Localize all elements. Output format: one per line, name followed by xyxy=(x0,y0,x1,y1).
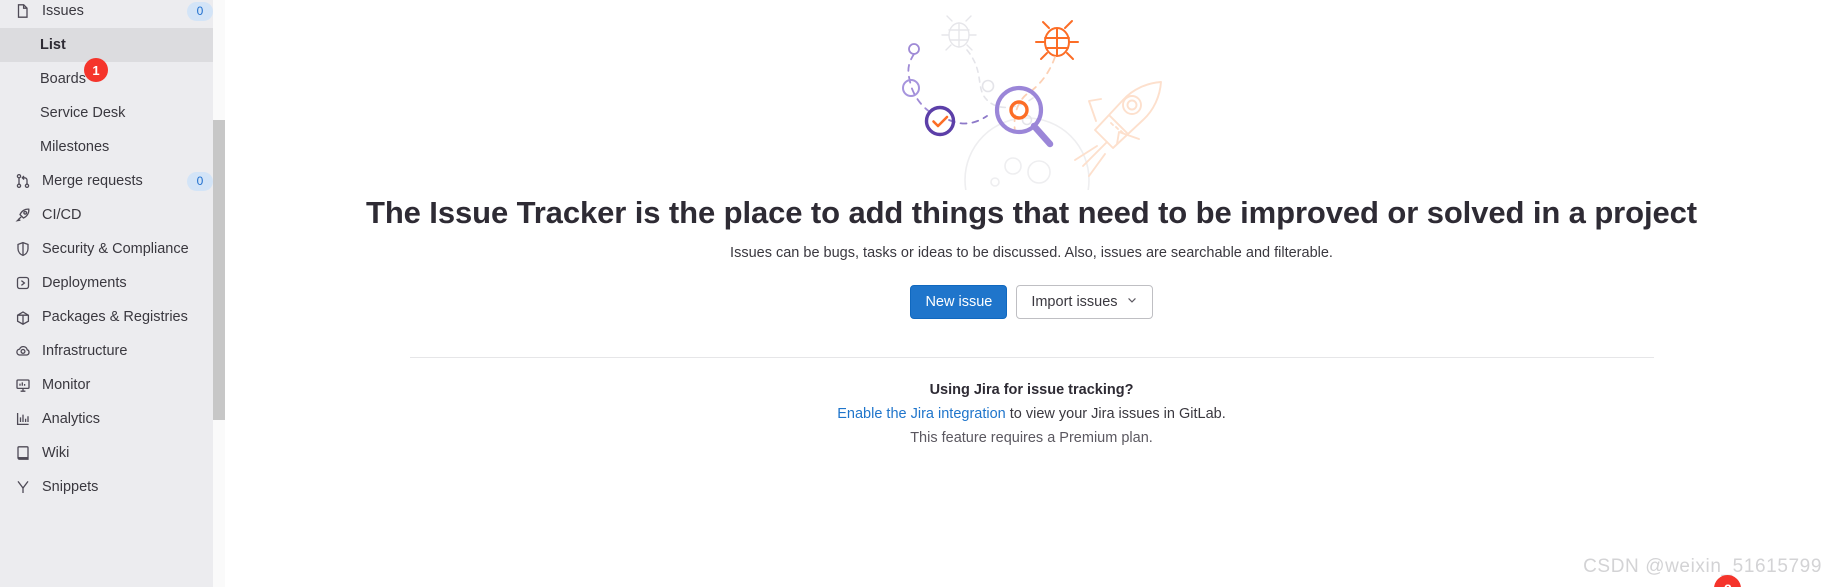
sidebar-item-label: Security & Compliance xyxy=(42,240,189,257)
package-icon xyxy=(14,308,32,326)
sidebar-item-snippets[interactable]: Snippets xyxy=(0,470,225,504)
sidebar-item-security-compliance[interactable]: Security & Compliance xyxy=(0,232,225,266)
sidebar-scrollbar-track[interactable] xyxy=(213,0,225,587)
sidebar-item-packages-registries[interactable]: Packages & Registries xyxy=(0,300,225,334)
shield-icon xyxy=(14,240,32,258)
issues-empty-state: The Issue Tracker is the place to add th… xyxy=(225,0,1838,587)
analytics-icon xyxy=(14,410,32,428)
merge-requests-count-badge: 0 xyxy=(187,171,213,191)
sidebar-item-wiki[interactable]: Wiki xyxy=(0,436,225,470)
infrastructure-icon xyxy=(14,342,32,360)
sidebar-item-infrastructure[interactable]: Infrastructure xyxy=(0,334,225,368)
sidebar-subitem-label: List xyxy=(40,37,66,53)
sidebar-subitem-label: Boards xyxy=(40,71,86,87)
sidebar-subitem-service-desk[interactable]: Service Desk xyxy=(0,96,225,130)
issues-empty-illustration xyxy=(867,0,1197,190)
sidebar-item-label: Analytics xyxy=(42,410,101,427)
issues-count-badge: 0 xyxy=(187,1,213,21)
sidebar-item-label: Snippets xyxy=(42,478,99,495)
sidebar-item-label: Issues xyxy=(42,2,84,19)
page-title: The Issue Tracker is the place to add th… xyxy=(365,195,1697,230)
jira-premium-note: This feature requires a Premium plan. xyxy=(910,430,1153,447)
wiki-icon xyxy=(14,444,32,462)
sidebar-item-label: Wiki xyxy=(42,444,70,461)
csdn-watermark: CSDN @weixin_51615799 xyxy=(1583,556,1822,577)
empty-state-actions: 2 New issue Import issues xyxy=(910,285,1742,587)
issues-main-content: The Issue Tracker is the place to add th… xyxy=(225,0,1838,587)
sidebar-subitem-label: Service Desk xyxy=(40,105,126,121)
section-divider xyxy=(409,357,1654,359)
import-issues-label: Import issues xyxy=(1031,294,1118,311)
sidebar-item-monitor[interactable]: Monitor xyxy=(0,368,225,402)
sidebar-scrollbar-thumb[interactable] xyxy=(213,120,225,420)
sidebar-nav-list: Repository Issues 0 List Boards Ser xyxy=(0,0,225,504)
sidebar-subitem-list[interactable]: List xyxy=(0,28,225,62)
sidebar-item-label: CI/CD xyxy=(42,206,82,223)
jira-section: Using Jira for issue tracking? Enable th… xyxy=(837,382,1226,446)
jira-line-rest: to view your Jira issues in GitLab. xyxy=(1005,406,1226,423)
jira-section-line: Enable the Jira integration to view your… xyxy=(837,406,1226,422)
sidebar-item-label: Monitor xyxy=(42,376,91,393)
chevron-down-icon xyxy=(1126,286,1138,318)
sidebar-item-label: Infrastructure xyxy=(42,342,128,359)
sidebar-item-label: Deployments xyxy=(42,274,127,291)
annotation-badge-1: 1 xyxy=(84,58,108,82)
rocket-icon xyxy=(14,206,32,224)
sidebar-subitem-milestones[interactable]: Milestones xyxy=(0,130,225,164)
sidebar-item-label: Merge requests xyxy=(42,172,143,189)
gitlab-project-page: Repository Issues 0 List Boards Ser xyxy=(0,0,1838,587)
sidebar-item-label: Packages & Registries xyxy=(42,308,188,325)
monitor-icon xyxy=(14,376,32,394)
new-issue-button[interactable]: New issue xyxy=(910,285,1008,320)
jira-section-title: Using Jira for issue tracking? xyxy=(929,382,1134,399)
deployments-icon xyxy=(14,274,32,292)
snippets-icon xyxy=(14,478,32,496)
import-issues-button[interactable]: Import issues xyxy=(1016,285,1153,320)
issues-icon xyxy=(14,2,32,20)
project-sidebar: Repository Issues 0 List Boards Ser xyxy=(0,0,225,587)
sidebar-subitem-label: Milestones xyxy=(40,139,110,155)
sidebar-item-analytics[interactable]: Analytics xyxy=(0,402,225,436)
sidebar-subitem-boards[interactable]: Boards xyxy=(0,62,225,96)
merge-requests-icon xyxy=(14,172,32,190)
enable-jira-integration-link[interactable]: Enable the Jira integration xyxy=(837,406,1005,422)
empty-state-subtitle: Issues can be bugs, tasks or ideas to be… xyxy=(730,245,1333,262)
sidebar-item-merge-requests[interactable]: Merge requests 0 xyxy=(0,164,225,198)
sidebar-item-issues[interactable]: Issues 0 xyxy=(0,0,225,28)
sidebar-item-deployments[interactable]: Deployments xyxy=(0,266,225,300)
sidebar-item-ci-cd[interactable]: CI/CD xyxy=(0,198,225,232)
